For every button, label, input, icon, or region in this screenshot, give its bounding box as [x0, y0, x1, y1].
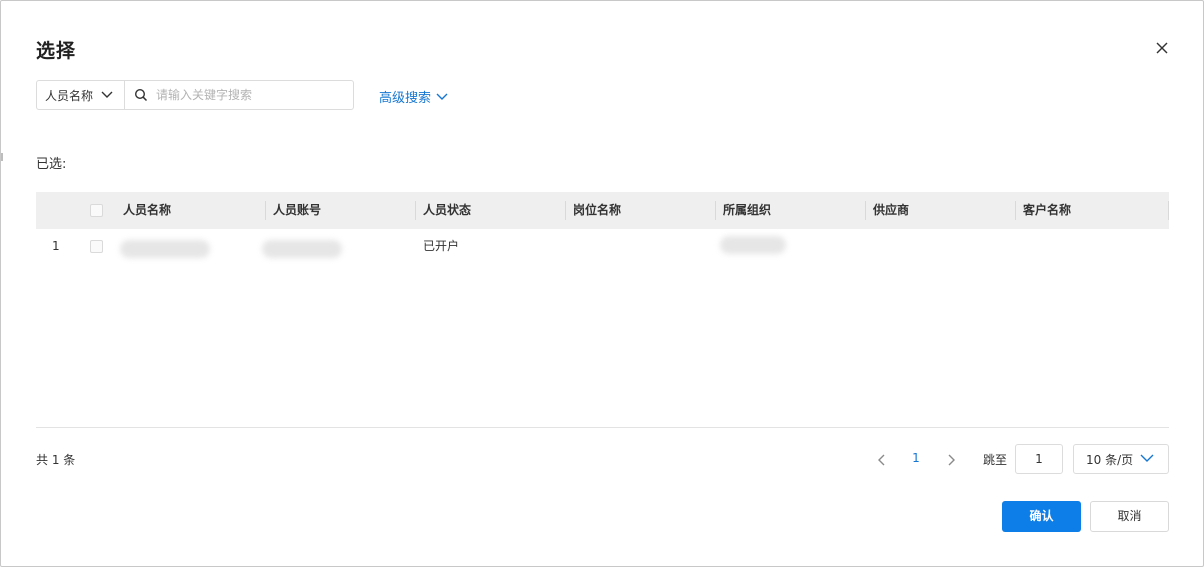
- divider: [36, 427, 1169, 428]
- chevron-left-icon[interactable]: [874, 453, 888, 467]
- search-field-label: 人员名称: [45, 88, 94, 103]
- chevron-right-icon[interactable]: [945, 453, 959, 467]
- column-divider[interactable]: [715, 201, 716, 220]
- chevron-down-icon: [101, 91, 113, 99]
- page-number[interactable]: 1: [909, 451, 923, 465]
- edge-marker: [1, 153, 3, 161]
- column-divider[interactable]: [565, 201, 566, 220]
- column-header-status[interactable]: 人员状态: [423, 192, 471, 229]
- search-icon: [134, 88, 148, 102]
- advanced-search-toggle[interactable]: 高级搜索: [379, 87, 448, 106]
- search-input[interactable]: [154, 87, 348, 103]
- advanced-search-label: 高级搜索: [379, 91, 432, 106]
- close-icon[interactable]: [1152, 38, 1172, 58]
- dialog-title: 选择: [36, 40, 77, 62]
- column-divider[interactable]: [865, 201, 866, 220]
- column-header-account[interactable]: 人员账号: [273, 192, 321, 229]
- select-all-checkbox[interactable]: [90, 204, 103, 217]
- confirm-button[interactable]: 确认: [1002, 501, 1081, 532]
- column-header-organization[interactable]: 所属组织: [723, 192, 771, 229]
- cell-status: 已开户: [423, 239, 460, 253]
- jump-page-input[interactable]: [1015, 444, 1063, 474]
- page-size-label: 10 条/页: [1086, 452, 1134, 467]
- column-header-name[interactable]: 人员名称: [123, 192, 171, 229]
- row-checkbox[interactable]: [90, 240, 103, 253]
- column-divider[interactable]: [265, 201, 266, 220]
- jump-label: 跳至: [983, 453, 1008, 467]
- table-header: 人员名称 人员账号 人员状态 岗位名称 所属组织 供应商 客户名称: [36, 192, 1169, 229]
- redacted-account: [262, 240, 342, 258]
- column-divider[interactable]: [1168, 201, 1169, 220]
- chevron-down-icon: [436, 93, 448, 101]
- column-header-customer[interactable]: 客户名称: [1023, 192, 1071, 229]
- selected-label: 已选:: [36, 157, 67, 172]
- page-size-select[interactable]: 10 条/页: [1073, 444, 1169, 474]
- table-row[interactable]: 1 已开户: [36, 229, 1169, 263]
- total-count: 共 1 条: [36, 453, 76, 467]
- column-header-position[interactable]: 岗位名称: [573, 192, 621, 229]
- column-divider[interactable]: [415, 201, 416, 220]
- chevron-down-icon: [1140, 453, 1154, 463]
- select-dialog: 选择 人员名称 高级搜索 已选: 人员名称: [0, 0, 1204, 567]
- search-field-select[interactable]: 人员名称: [37, 81, 125, 109]
- column-divider[interactable]: [1015, 201, 1016, 220]
- row-index: 1: [52, 239, 60, 253]
- redacted-name: [120, 240, 210, 258]
- cancel-button[interactable]: 取消: [1090, 501, 1169, 532]
- redacted-organization: [720, 236, 786, 254]
- search-bar: 人员名称: [36, 80, 354, 110]
- column-header-supplier[interactable]: 供应商: [873, 192, 909, 229]
